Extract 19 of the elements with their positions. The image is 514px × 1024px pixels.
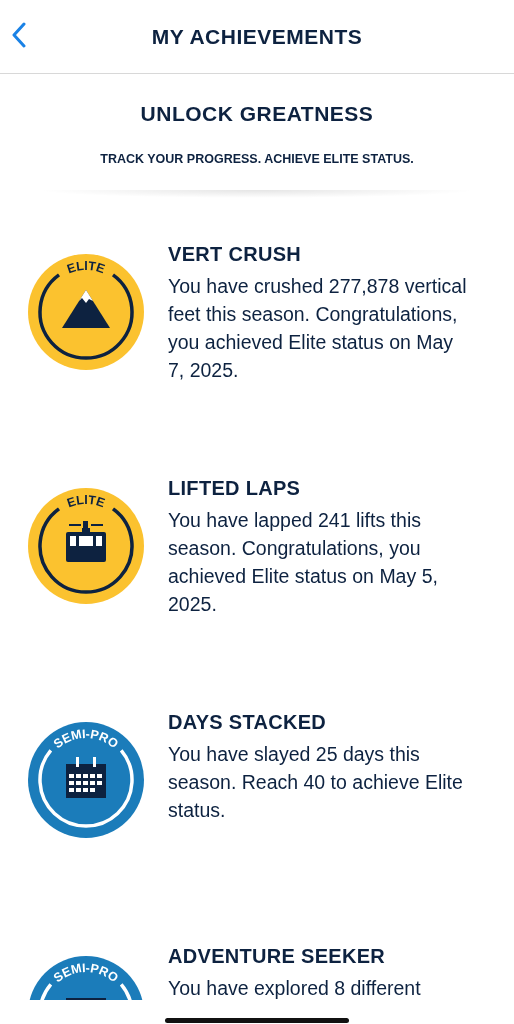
tier-label: SEMI-PRO — [51, 727, 121, 752]
calendar-icon — [66, 757, 106, 799]
achievement-title: LIFTED LAPS — [168, 476, 302, 501]
achievement-description: You have explored 8 different — [168, 976, 422, 1001]
achievement-description: You have slayed 25 days this season. Reach 40 to achieve Elite status. — [168, 742, 464, 824]
tier-label: ELITE — [65, 259, 107, 277]
tier-label: ELITE — [65, 493, 107, 511]
tier-label: SEMI-PRO — [51, 961, 121, 986]
achievement-title: ADVENTURE SEEKER — [168, 944, 387, 969]
section-subtitle: TRACK YOUR PROGRESS. ACHIEVE ELITE STATUS. — [99, 150, 415, 168]
page-title: MY ACHIEVEMENTS — [151, 23, 363, 50]
mountain-icon — [62, 290, 110, 329]
section-heading: UNLOCK GREATNESS — [139, 101, 375, 127]
achievement-description: You have lapped 241 lifts this season. Congratulations, you achieved Elite status on May 5, 2025. — [168, 508, 439, 618]
achievement-title: DAYS STACKED — [168, 710, 328, 735]
back-icon — [12, 22, 26, 48]
achievement-title: VERT CRUSH — [168, 242, 302, 267]
gondola-icon — [66, 521, 106, 563]
achievement-description: You have crushed 277,878 vertical feet this season. Congratulations, you achieved Elite status on May 7, 2025. — [168, 274, 468, 384]
